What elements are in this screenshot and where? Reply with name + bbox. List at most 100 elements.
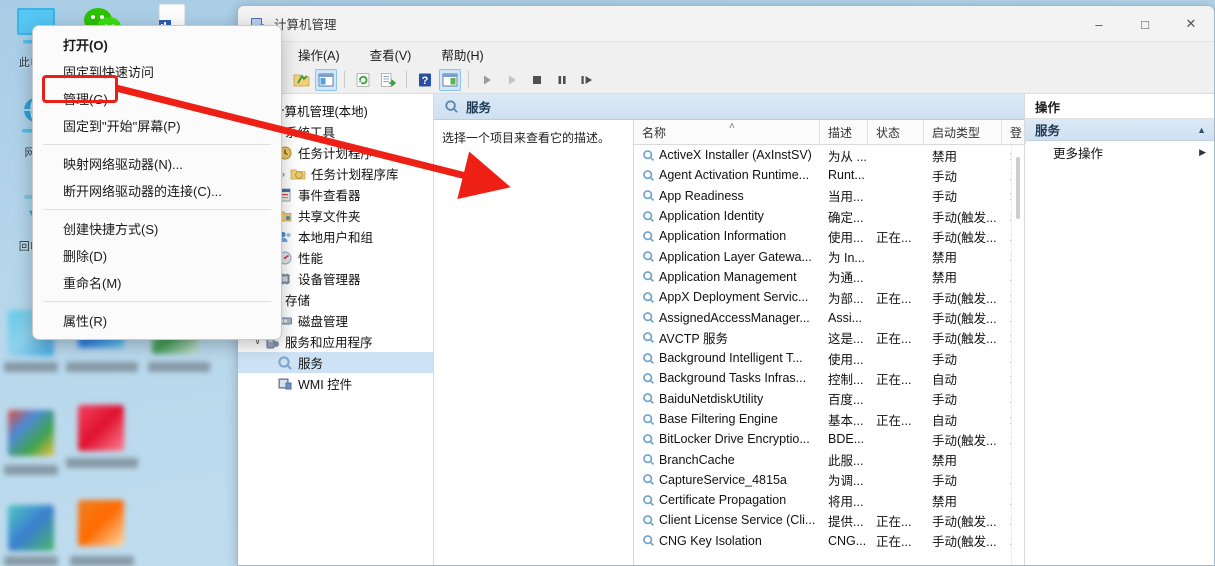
table-row[interactable]: Certificate Propagation将用...禁用本 [634,490,1024,510]
table-row[interactable]: BitLocker Drive Encryptio... BDE... 手动(触发.… [634,429,1024,449]
actions-section-services[interactable]: 服务 ▲ [1025,119,1214,141]
context-menu-item[interactable]: 打开(O) [33,31,281,58]
window-controls: – □ ✕ [1076,6,1214,42]
chevron-up-icon[interactable]: ▲ [1197,125,1206,135]
table-row[interactable]: Application Layer Gatewa...为 In...禁用本 [634,246,1024,266]
scrollbar-thumb[interactable] [1016,157,1020,219]
cell-service-name: Base Filtering Engine [634,412,820,426]
service-name-label: BranchCache [659,452,735,467]
cell-startup-type: 手动(触发... [932,210,997,225]
window-body: 计算机管理(本地) 系统工具 任务计划程序 › 任务计划程序库 事件查看器 共享… [238,94,1214,565]
window-titlebar[interactable]: 计算机管理 – □ ✕ [238,6,1214,42]
cell-description: BDE... [828,432,865,447]
show-hide-tree-icon[interactable] [315,68,337,91]
maximize-button[interactable]: □ [1122,6,1168,42]
column-header-name[interactable]: 名称 ˄ [634,120,820,144]
table-row[interactable]: Base Filtering Engine基本...正在...自动本 [634,409,1024,429]
help-icon[interactable]: ? [414,69,436,91]
table-row[interactable]: AppX Deployment Servic... 为部... 正在... 手动(触发… [634,287,1024,307]
context-menu-item[interactable]: 创建快捷方式(S) [33,215,281,242]
context-menu-item[interactable]: 属性(R) [33,307,281,334]
table-row[interactable]: CaptureService_4815a为调...手动本 [634,470,1024,490]
table-row[interactable]: Background Intelligent T...使用...手动本 [634,348,1024,368]
table-row[interactable]: AssignedAccessManager...Assi...手动(触发...本 [634,307,1024,327]
service-name-label: Background Intelligent T... [659,351,803,366]
context-menu-separator [43,209,271,210]
cell-status: 正在... [876,514,912,529]
context-menu-item[interactable]: 固定到快速访问 [33,58,281,85]
cell-service-name: AVCTP 服务 [634,328,820,347]
tree-node-label: 设备管理器 [298,273,361,287]
table-row[interactable]: AVCTP 服务这是...正在...手动(触发...本 [634,328,1024,348]
refresh-icon[interactable] [352,69,374,91]
cell-startup-type: 手动(触发... [932,535,997,550]
cell-startup-type: 手动 [932,352,958,367]
context-menu-item[interactable]: 重命名(M) [33,269,281,296]
table-row[interactable]: BranchCache此服...禁用网 [634,449,1024,469]
context-menu-item[interactable]: 管理(G) [33,85,281,112]
service-name-label: CNG Key Isolation [659,533,762,548]
cell-startup-type: 禁用 [932,149,958,164]
service-name-label: AssignedAccessManager... [659,310,810,325]
pause-service-icon[interactable] [551,69,573,91]
service-gear-icon [642,473,655,486]
folder-icon [290,166,306,182]
cell-service-name: App Readiness [634,189,820,203]
table-row[interactable]: App Readiness当用...手动本 [634,186,1024,206]
table-row[interactable]: Application Information 使用... 正在... 手动(触发..… [634,226,1024,246]
stop-service-icon[interactable] [526,69,548,91]
table-row[interactable]: Application Identity确定...手动(触发...本 [634,206,1024,226]
service-name-label: Application Information [659,229,787,244]
context-menu-item[interactable]: 删除(D) [33,242,281,269]
context-menu-item[interactable]: 断开网络驱动器的连接(C)... [33,177,281,204]
show-action-pane-icon[interactable] [439,68,461,91]
start-service-alt-icon[interactable] [501,69,523,91]
service-name-label: AppX Deployment Servic... [659,290,809,305]
column-header-logon-as[interactable]: 登 [1002,120,1026,144]
export-list-icon[interactable] [377,69,399,91]
table-row[interactable]: CNG Key IsolationCNG...正在...手动(触发...本 [634,531,1024,551]
column-header-status[interactable]: 状态 [868,120,924,144]
cell-description: 百度... [828,393,864,408]
services-split: 选择一个项目来查看它的描述。 名称 ˄ 描述 状态 启动类型 登 ActiveX… [434,120,1026,565]
context-menu-item[interactable]: 固定到"开始"屏幕(P) [33,112,281,139]
tree-node-label: 计算机管理(本地) [272,105,368,119]
menu-help[interactable]: 帮助(H) [437,43,487,66]
action-more-actions[interactable]: 更多操作 ▶ [1025,141,1214,163]
service-gear-icon [642,453,655,466]
context-menu-item[interactable]: 映射网络驱动器(N)... [33,150,281,177]
services-scrollbar[interactable] [1011,145,1024,565]
minimize-button[interactable]: – [1076,6,1122,42]
start-service-icon[interactable] [476,69,498,91]
service-gear-icon [642,392,655,405]
service-gear-icon [642,250,655,263]
service-name-label: App Readiness [659,188,744,203]
service-gear-icon [642,514,655,527]
table-row[interactable]: Client License Service (Cli... 提供... 正在...… [634,510,1024,530]
table-row[interactable]: BaiduNetdiskUtility百度...手动本 [634,389,1024,409]
table-row[interactable]: ActiveX Installer (AxInstSV)为从 ...禁用本 [634,145,1024,165]
column-header-startup-type[interactable]: 启动类型 [924,120,1002,144]
service-gear-icon [642,534,655,547]
cell-description: 为调... [828,474,864,489]
table-row[interactable]: Background Tasks Infras...控制...正在...自动本 [634,368,1024,388]
cell-description: 为 In... [828,251,865,266]
cell-description: Runt... [828,168,865,183]
column-header-description[interactable]: 描述 [820,120,868,144]
menu-view[interactable]: 查看(V) [366,43,416,66]
table-body: ActiveX Installer (AxInstSV)为从 ...禁用本Age… [634,145,1024,565]
service-name-label: Client License Service (Cli... [659,513,816,528]
cell-service-name: Background Tasks Infras... [634,371,820,385]
computer-management-window: 计算机管理 – □ ✕ 操作(A) 查看(V) 帮助(H) ? 计算机管理(本地… [237,5,1215,566]
tree-node[interactable]: WMI 控件 [238,373,433,394]
menubar: 操作(A) 查看(V) 帮助(H) [238,42,1214,66]
cell-service-name: Application Information [634,229,820,243]
menu-action[interactable]: 操作(A) [294,43,344,66]
table-row[interactable]: Application Management为通...禁用本 [634,267,1024,287]
close-button[interactable]: ✕ [1168,6,1214,42]
table-row[interactable]: Agent Activation Runtime...Runt...手动本 [634,165,1024,185]
restart-service-icon[interactable] [576,69,598,91]
up-folder-icon[interactable] [290,69,312,91]
sidebar-item-services[interactable]: 服务 [238,352,433,373]
cell-status: 正在... [876,230,912,245]
